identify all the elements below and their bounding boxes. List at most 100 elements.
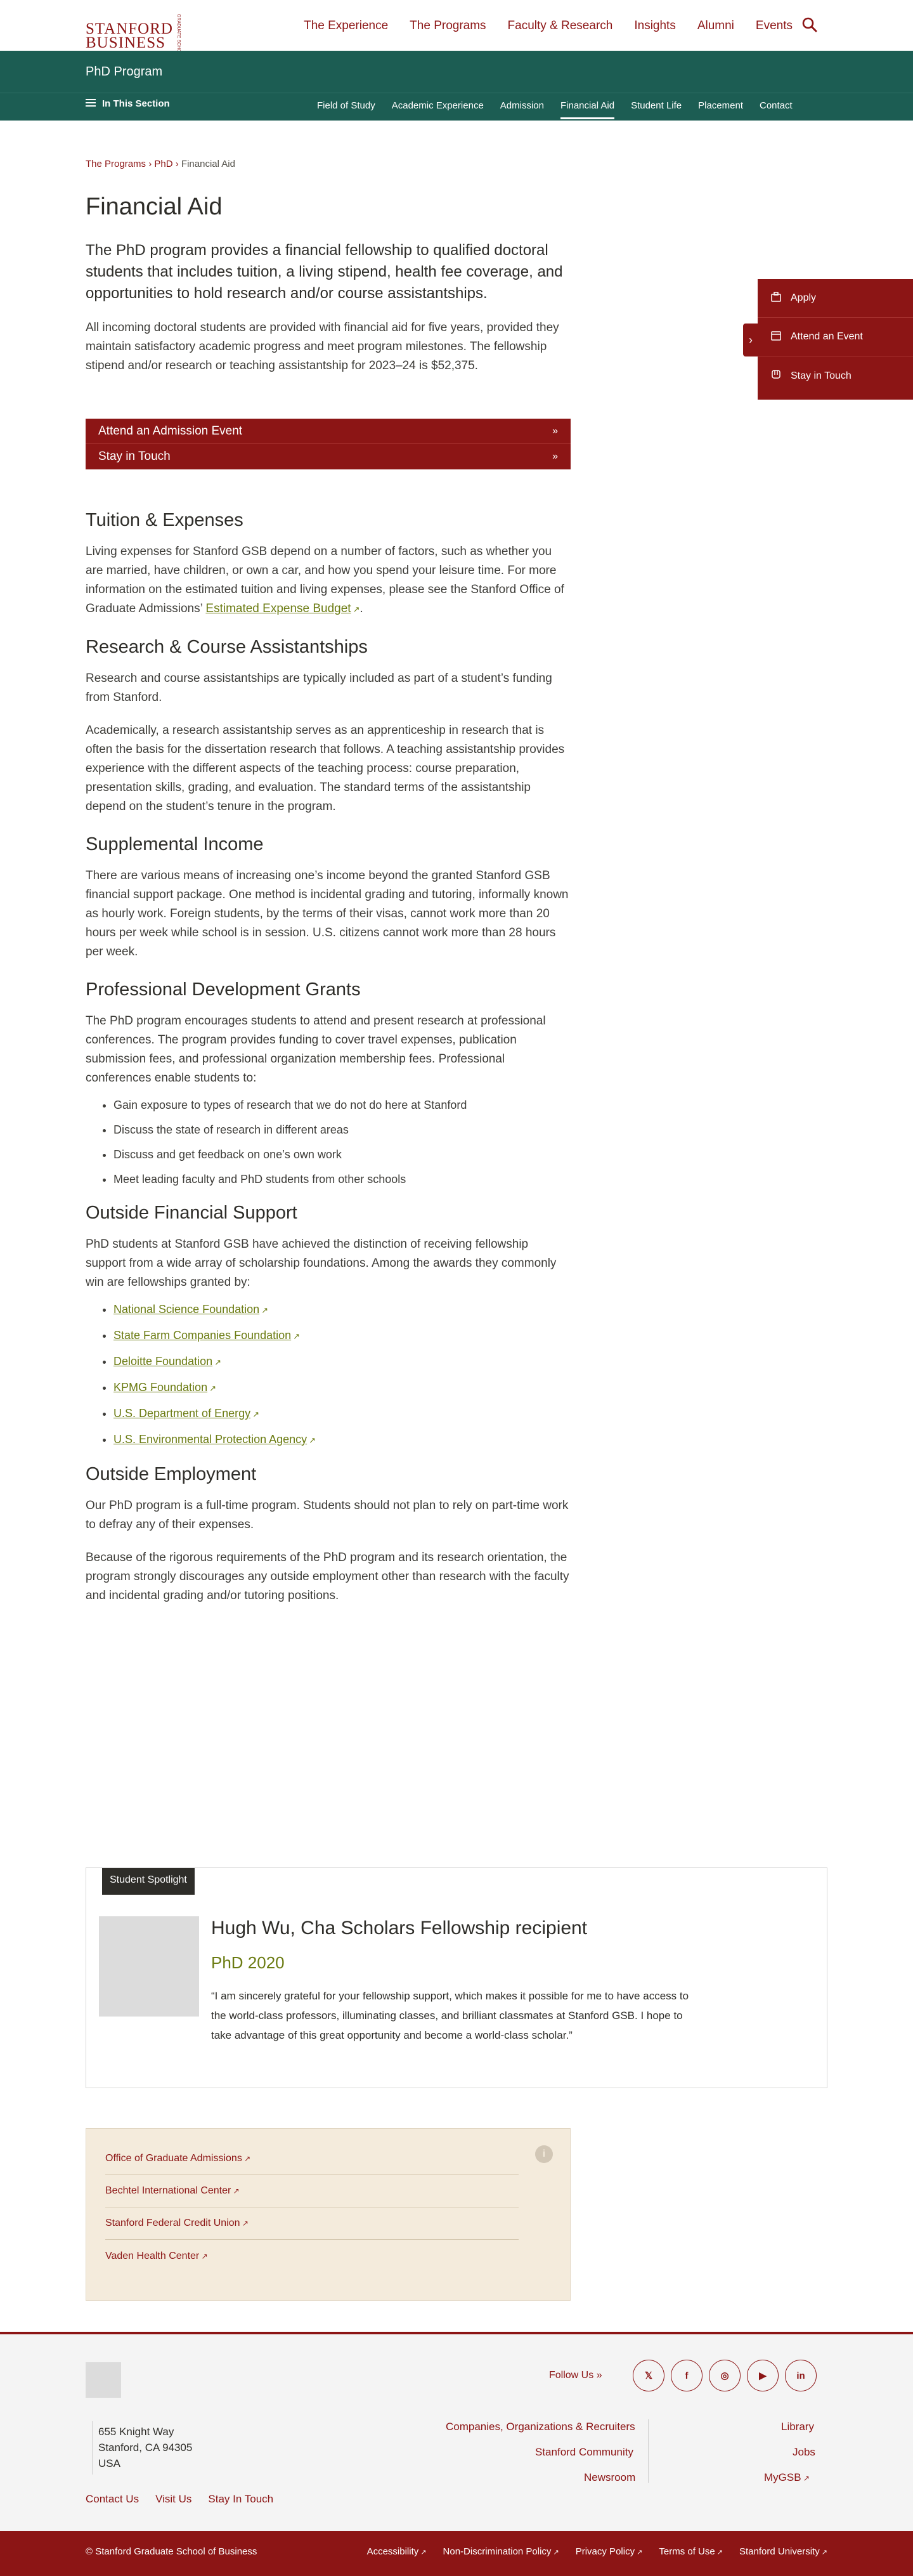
side-apply[interactable]: Apply [758, 279, 913, 318]
nav-faculty-research[interactable]: Faculty & Research [508, 19, 613, 33]
link-estimated-expense-budget[interactable]: Estimated Expense Budget [205, 602, 359, 615]
heading-research: Research & Course Assistantships [86, 637, 368, 657]
footer-contact-us[interactable]: Contact Us [86, 2493, 139, 2506]
nav-events[interactable]: Events [756, 19, 793, 33]
foundation-list: National Science Foundation State Farm C… [113, 1301, 571, 1449]
section-title[interactable]: PhD Program [86, 65, 162, 79]
legal-links: Accessibility Non-Discrimination Policy … [367, 2546, 827, 2557]
subnav-field-of-study[interactable]: Field of Study [317, 100, 375, 119]
link-credit-union[interactable]: Stanford Federal Credit Union [105, 2207, 519, 2240]
cta-label: Stay in Touch [98, 450, 171, 463]
breadcrumb: The Programs › PhD › Financial Aid [86, 159, 571, 169]
heading-outside-support: Outside Financial Support [86, 1203, 297, 1223]
double-chevron-icon: » [552, 451, 558, 462]
footer-link-recruiters[interactable]: Companies, Organizations & Recruiters [446, 2421, 635, 2433]
link-label: Bechtel International Center [105, 2185, 240, 2197]
follow-us-text: Follow Us [549, 2370, 594, 2381]
main-nav: The Experience The Programs Faculty & Re… [304, 19, 793, 33]
subnav-placement[interactable]: Placement [698, 100, 743, 119]
footer-stay-in-touch[interactable]: Stay In Touch [208, 2493, 273, 2506]
link-privacy-policy[interactable]: Privacy Policy [576, 2546, 643, 2557]
footer-column-rule [648, 2419, 649, 2483]
subnav-contact[interactable]: Contact [760, 100, 793, 119]
info-icon: i [535, 2145, 553, 2163]
footer-link-library[interactable]: Library [781, 2421, 814, 2433]
footer-address: 655 Knight Way Stanford, CA 94305 USA [98, 2424, 192, 2471]
facebook-icon[interactable]: f [671, 2360, 703, 2391]
instagram-icon[interactable]: ◎ [709, 2360, 741, 2391]
subnav-admission[interactable]: Admission [500, 100, 544, 119]
in-this-section-toggle[interactable]: In This Section [86, 98, 170, 109]
employment-paragraph-2: Because of the rigorous requirements of … [86, 1551, 569, 1602]
calendar-icon [770, 330, 782, 344]
main-content: The Programs › PhD › Financial Aid Finan… [86, 159, 571, 1605]
spotlight-quote: “I am sincerely grateful for your fellow… [211, 1990, 689, 2041]
top-header: STANFORD BUSINESS GRADUATE SCHOOL The Ex… [0, 0, 913, 58]
linkedin-icon[interactable]: in [785, 2360, 817, 2391]
list-item: Gain exposure to types of research that … [113, 1097, 571, 1113]
address-line: Stanford, CA 94305 [98, 2442, 193, 2454]
employment-paragraph-1: Our PhD program is a full-time program. … [86, 1499, 569, 1531]
side-attend-event[interactable]: Attend an Event [758, 318, 913, 356]
nav-insights[interactable]: Insights [634, 19, 675, 33]
link-vaden-health[interactable]: Vaden Health Center [105, 2240, 519, 2272]
spotlight-badge: Student Spotlight [102, 1868, 195, 1895]
nav-the-programs[interactable]: The Programs [410, 19, 486, 33]
research-paragraph-2: Academically, a research assistantship s… [86, 724, 565, 813]
apply-icon [770, 291, 782, 306]
subnav-financial-aid[interactable]: Financial Aid [560, 100, 615, 119]
link-doe[interactable]: U.S. Department of Energy [113, 1407, 259, 1420]
footer-logo[interactable] [86, 2362, 121, 2398]
list-item: KPMG Foundation [113, 1379, 571, 1397]
link-deloitte[interactable]: Deloitte Foundation [113, 1355, 221, 1368]
twitter-icon[interactable]: 𝕏 [633, 2360, 664, 2391]
link-non-discrimination[interactable]: Non-Discrimination Policy [443, 2546, 559, 2557]
footer-contact-links: Contact Us Visit Us Stay In Touch [86, 2493, 273, 2506]
address-line: 655 Knight Way [98, 2426, 174, 2438]
link-stanford-university[interactable]: Stanford University [739, 2546, 827, 2557]
link-national-science-foundation[interactable]: National Science Foundation [113, 1303, 268, 1316]
footer-link-newsroom[interactable]: Newsroom [584, 2471, 635, 2484]
tuition-paragraph: Living expenses for Stanford GSB depend … [86, 542, 571, 619]
link-office-graduate-admissions[interactable]: Office of Graduate Admissions [105, 2143, 519, 2175]
list-item: Deloitte Foundation [113, 1353, 571, 1371]
heading-supplemental: Supplemental Income [86, 834, 264, 854]
breadcrumb-phd[interactable]: PhD [154, 159, 172, 169]
nav-alumni[interactable]: Alumni [697, 19, 734, 33]
resource-links-box: i Office of Graduate Admissions Bechtel … [86, 2128, 571, 2301]
side-panel-toggle[interactable]: › [743, 324, 758, 356]
menu-icon [86, 98, 96, 109]
link-accessibility[interactable]: Accessibility [367, 2546, 427, 2557]
tuition-end: . [359, 602, 363, 615]
subnav-student-life[interactable]: Student Life [631, 100, 682, 119]
address-rule [92, 2421, 93, 2475]
youtube-icon[interactable]: ▶ [747, 2360, 779, 2391]
outside-paragraph: PhD students at Stanford GSB have achiev… [86, 1238, 557, 1289]
address-line: USA [98, 2457, 120, 2469]
footer-link-mygsb[interactable]: MyGSB [764, 2471, 810, 2484]
breadcrumb-the-programs[interactable]: The Programs [86, 159, 146, 169]
side-stay-in-touch[interactable]: Stay in Touch [758, 356, 913, 395]
link-terms-of-use[interactable]: Terms of Use [659, 2546, 723, 2557]
student-photo [99, 1916, 199, 2017]
footer-visit-us[interactable]: Visit Us [155, 2493, 191, 2506]
heading-tuition: Tuition & Expenses [86, 510, 243, 530]
cta-stay-in-touch[interactable]: Stay in Touch » [86, 444, 571, 469]
cta-attend-admission-event[interactable]: Attend an Admission Event » [86, 419, 571, 444]
nav-the-experience[interactable]: The Experience [304, 19, 388, 33]
cta-block: Attend an Admission Event » Stay in Touc… [86, 419, 571, 469]
link-state-farm[interactable]: State Farm Companies Foundation [113, 1329, 300, 1342]
follow-us-label: Follow Us » [549, 2370, 602, 2381]
footer-link-jobs[interactable]: Jobs [793, 2446, 815, 2459]
list-item: State Farm Companies Foundation [113, 1327, 571, 1345]
link-bechtel-center[interactable]: Bechtel International Center [105, 2175, 519, 2207]
search-icon[interactable] [801, 16, 818, 33]
cta-label: Attend an Admission Event [98, 424, 243, 438]
link-epa[interactable]: U.S. Environmental Protection Agency [113, 1433, 316, 1446]
grants-paragraph: The PhD program encourages students to a… [86, 1014, 546, 1085]
link-kpmg[interactable]: KPMG Foundation [113, 1381, 216, 1394]
footer-link-stanford-community[interactable]: Stanford Community [535, 2446, 633, 2459]
subnav-academic-experience[interactable]: Academic Experience [392, 100, 484, 119]
hand-icon [770, 369, 782, 383]
spotlight-program: PhD 2020 [211, 1953, 285, 1972]
